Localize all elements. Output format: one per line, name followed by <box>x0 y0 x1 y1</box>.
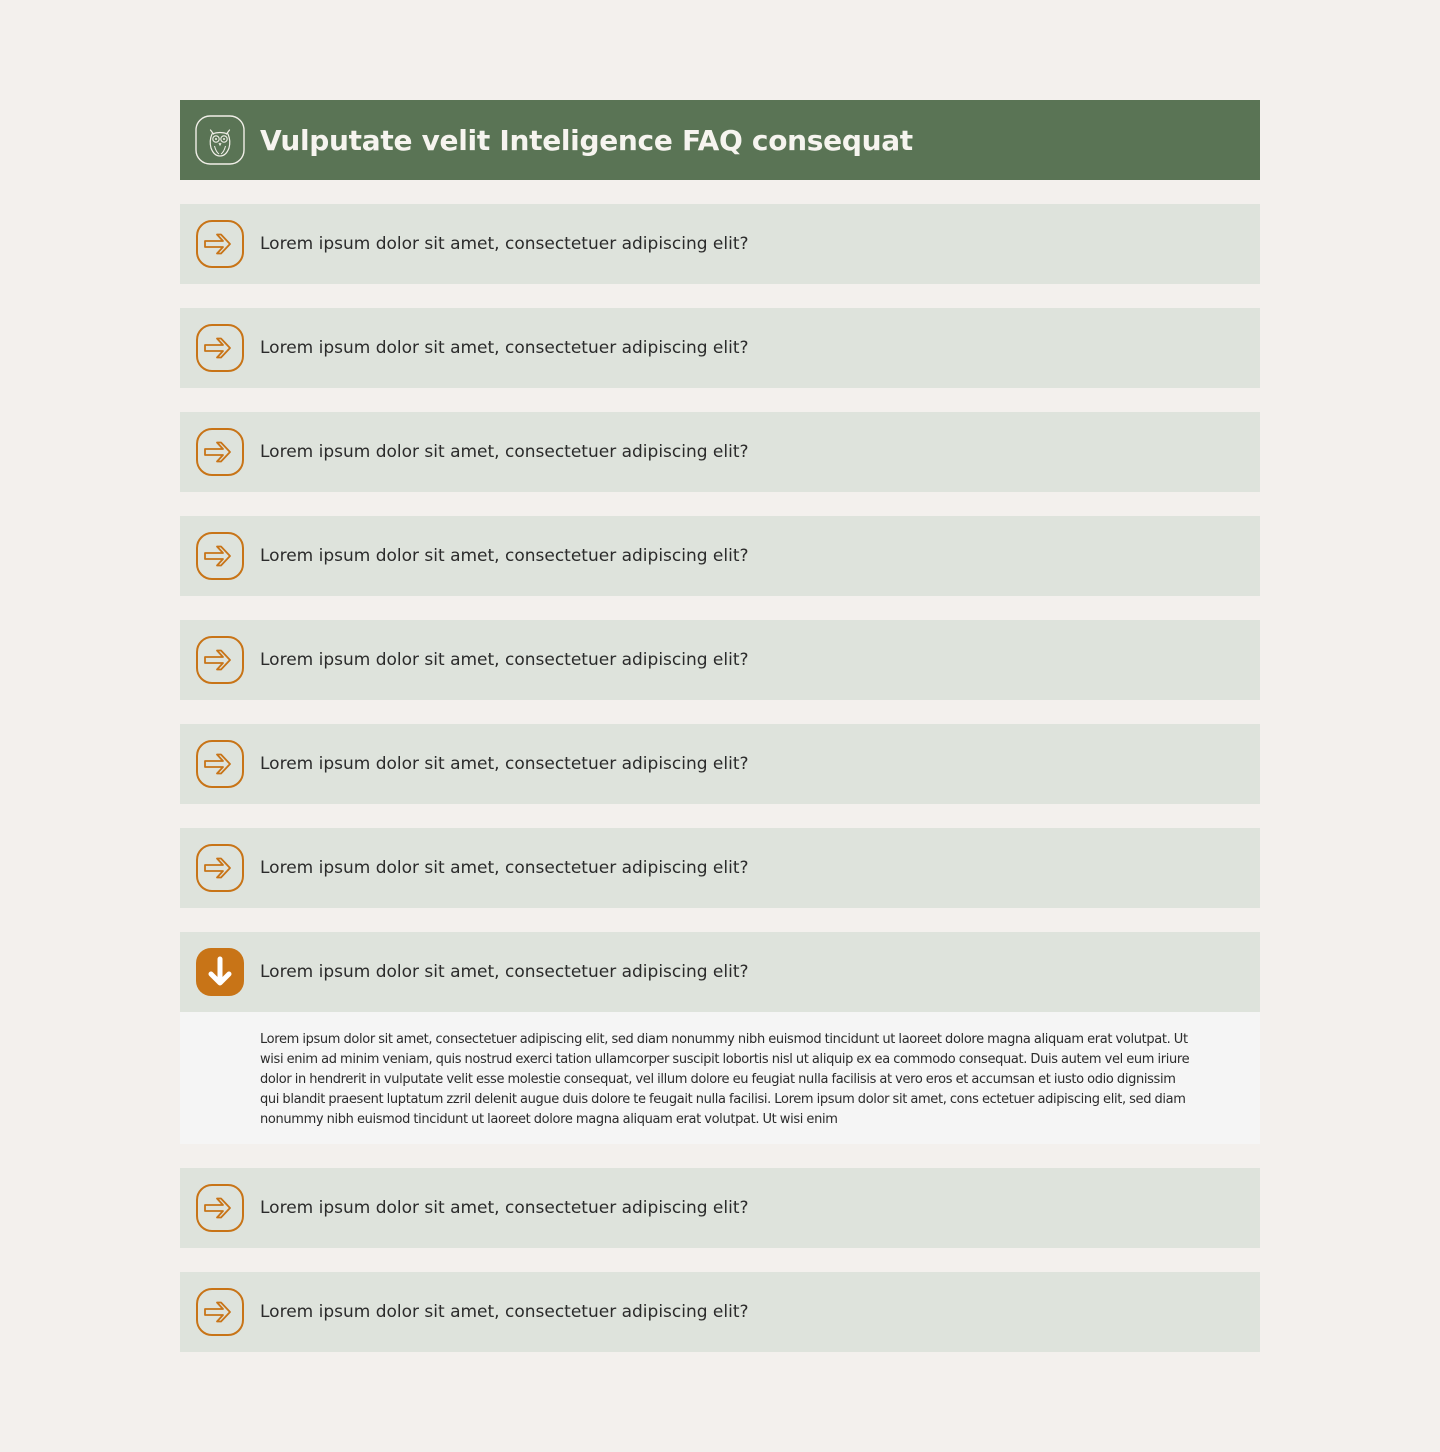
owl-icon <box>195 115 245 165</box>
faq-question-2[interactable]: Lorem ipsum dolor sit amet, consectetuer… <box>180 308 1260 388</box>
faq-question-5[interactable]: Lorem ipsum dolor sit amet, consectetuer… <box>180 620 1260 700</box>
arrow-right-icon <box>195 635 245 685</box>
arrow-right-icon <box>195 323 245 373</box>
arrow-right-icon <box>195 531 245 581</box>
faq-question-text: Lorem ipsum dolor sit amet, consectetuer… <box>260 962 749 982</box>
faq-question-text: Lorem ipsum dolor sit amet, consectetuer… <box>260 546 749 566</box>
faq-title: Vulputate velit Inteligence FAQ consequa… <box>260 123 913 157</box>
arrow-down-icon <box>195 947 245 997</box>
faq-item: Lorem ipsum dolor sit amet, consectetuer… <box>180 932 1260 1144</box>
faq-question-text: Lorem ipsum dolor sit amet, consectetuer… <box>260 1198 749 1218</box>
faq-question-10[interactable]: Lorem ipsum dolor sit amet, consectetuer… <box>180 1272 1260 1352</box>
faq-item: Lorem ipsum dolor sit amet, consectetuer… <box>180 1272 1260 1352</box>
faq-question-text: Lorem ipsum dolor sit amet, consectetuer… <box>260 650 749 670</box>
faq-question-3[interactable]: Lorem ipsum dolor sit amet, consectetuer… <box>180 412 1260 492</box>
faq-section: Vulputate velit Inteligence FAQ consequa… <box>180 100 1260 1376</box>
faq-header: Vulputate velit Inteligence FAQ consequa… <box>180 100 1260 180</box>
faq-item: Lorem ipsum dolor sit amet, consectetuer… <box>180 1168 1260 1248</box>
faq-question-text: Lorem ipsum dolor sit amet, consectetuer… <box>260 338 749 358</box>
arrow-right-icon <box>195 739 245 789</box>
faq-item: Lorem ipsum dolor sit amet, consectetuer… <box>180 516 1260 596</box>
faq-answer: Lorem ipsum dolor sit amet, consectetuer… <box>180 1012 1260 1144</box>
arrow-right-icon <box>195 427 245 477</box>
arrow-right-icon <box>195 1183 245 1233</box>
faq-item: Lorem ipsum dolor sit amet, consectetuer… <box>180 724 1260 804</box>
faq-question-text: Lorem ipsum dolor sit amet, consectetuer… <box>260 858 749 878</box>
faq-question-text: Lorem ipsum dolor sit amet, consectetuer… <box>260 234 749 254</box>
arrow-right-icon <box>195 219 245 269</box>
faq-list: Lorem ipsum dolor sit amet, consectetuer… <box>180 204 1260 1352</box>
faq-question-9[interactable]: Lorem ipsum dolor sit amet, consectetuer… <box>180 1168 1260 1248</box>
faq-question-text: Lorem ipsum dolor sit amet, consectetuer… <box>260 1302 749 1322</box>
faq-answer-text: Lorem ipsum dolor sit amet, consectetuer… <box>260 1032 1190 1127</box>
faq-item: Lorem ipsum dolor sit amet, consectetuer… <box>180 308 1260 388</box>
faq-question-8[interactable]: Lorem ipsum dolor sit amet, consectetuer… <box>180 932 1260 1012</box>
faq-item: Lorem ipsum dolor sit amet, consectetuer… <box>180 204 1260 284</box>
faq-item: Lorem ipsum dolor sit amet, consectetuer… <box>180 412 1260 492</box>
faq-question-4[interactable]: Lorem ipsum dolor sit amet, consectetuer… <box>180 516 1260 596</box>
faq-question-1[interactable]: Lorem ipsum dolor sit amet, consectetuer… <box>180 204 1260 284</box>
arrow-right-icon <box>195 843 245 893</box>
faq-question-6[interactable]: Lorem ipsum dolor sit amet, consectetuer… <box>180 724 1260 804</box>
faq-item: Lorem ipsum dolor sit amet, consectetuer… <box>180 828 1260 908</box>
faq-item: Lorem ipsum dolor sit amet, consectetuer… <box>180 620 1260 700</box>
arrow-right-icon <box>195 1287 245 1337</box>
faq-question-7[interactable]: Lorem ipsum dolor sit amet, consectetuer… <box>180 828 1260 908</box>
faq-question-text: Lorem ipsum dolor sit amet, consectetuer… <box>260 754 749 774</box>
faq-question-text: Lorem ipsum dolor sit amet, consectetuer… <box>260 442 749 462</box>
